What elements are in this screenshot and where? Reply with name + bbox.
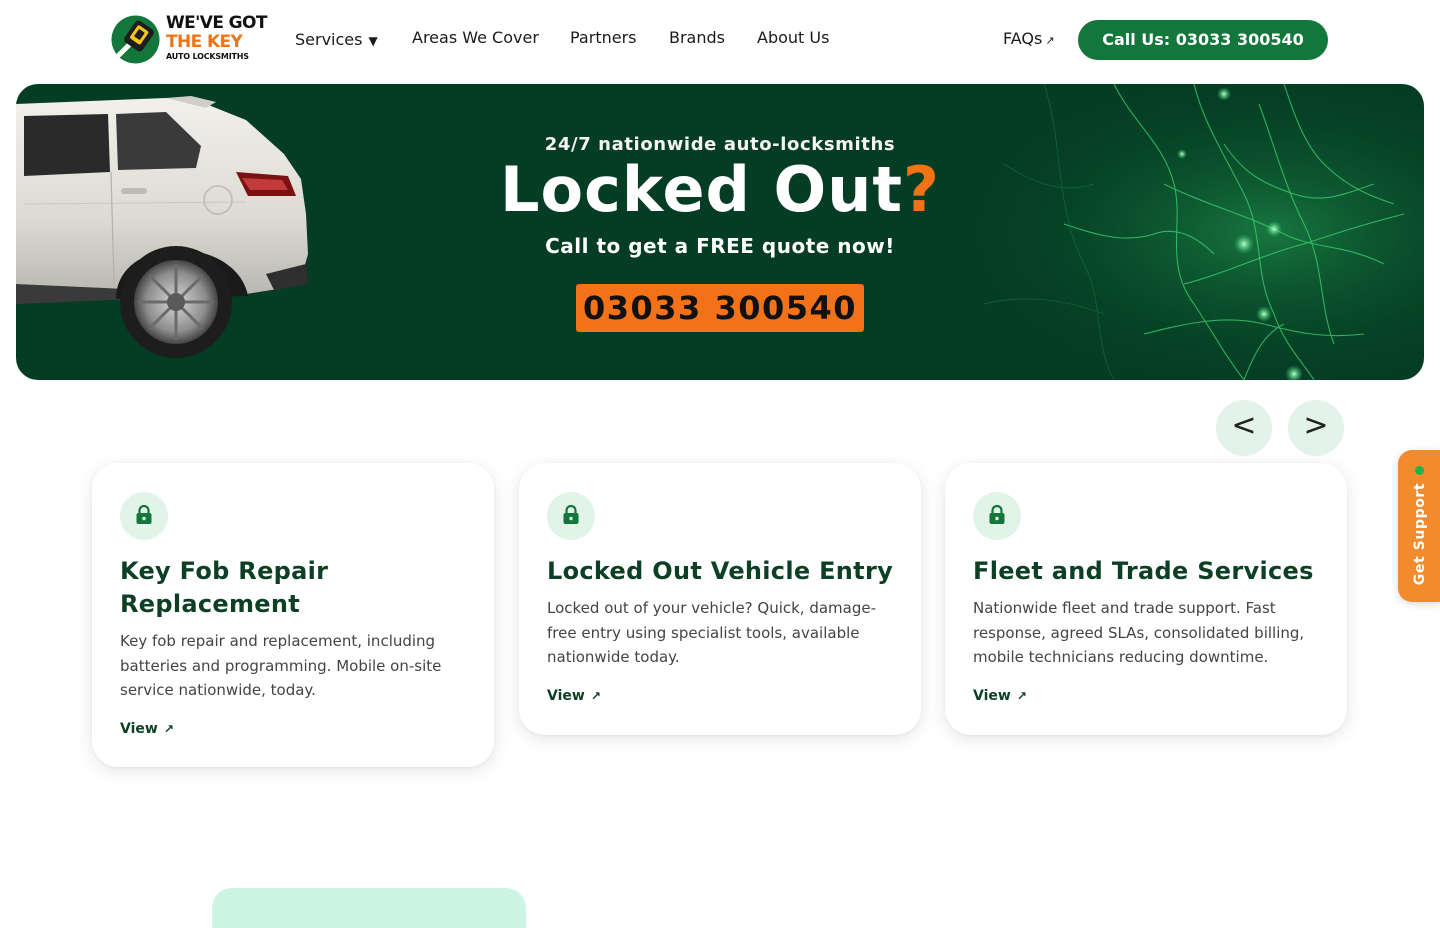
hero-title-text: Locked Out [500,153,903,226]
logo-line-1: WE'VE GOT [166,13,267,33]
hero-banner: 24/7 nationwide auto-locksmiths Locked O… [16,84,1424,380]
external-arrow-icon: ↗ [1045,34,1055,47]
lock-icon [547,492,595,540]
service-card-locked-out[interactable]: Locked Out Vehicle Entry Locked out of y… [519,463,921,735]
lock-icon [973,492,1021,540]
lock-icon [120,492,168,540]
site-header: WE'VE GOT THE KEY AUTO LOCKSMITHS Servic… [0,0,1440,84]
external-arrow-icon: ↗ [1016,689,1027,703]
card-view-label: View [973,688,1011,704]
external-arrow-icon: ↗ [163,722,174,736]
card-title: Locked Out Vehicle Entry [547,557,894,585]
card-view-link[interactable]: View ↗ [547,687,601,705]
service-card-key-fob[interactable]: Key Fob Repair Replacement Key fob repai… [92,463,494,767]
nav-item-partners[interactable]: Partners [570,28,636,48]
hero-title: Locked Out? [16,152,1424,228]
get-support-label: Get Support [1412,482,1428,586]
caret-down-icon: ▼ [368,34,378,48]
external-arrow-icon: ↗ [590,689,601,703]
faqs-link[interactable]: FAQs ↗ [1003,29,1055,51]
nav-item-services[interactable]: Services ▼ [295,30,378,51]
hero-phone-button[interactable]: 03033 300540 [576,284,864,332]
logo[interactable]: WE'VE GOT THE KEY AUTO LOCKSMITHS [111,14,273,66]
faqs-label: FAQs [1003,29,1043,48]
card-description: Locked out of your vehicle? Quick, damag… [547,599,877,666]
hero-subtitle: Call to get a FREE quote now! [545,234,895,258]
card-view-link[interactable]: View ↗ [973,687,1027,705]
key-logo-icon [111,15,160,64]
card-title: Key Fob Repair Replacement [120,557,329,618]
card-view-label: View [120,721,158,737]
card-description: Key fob repair and replacement, includin… [120,632,442,699]
car-illustration [16,96,308,358]
uk-map-network-illustration [864,84,1424,380]
card-view-link[interactable]: View ↗ [120,720,174,738]
nav-item-areas-we-cover[interactable]: Areas We Cover [412,28,539,48]
get-support-tab[interactable]: Get Support [1398,450,1440,602]
carousel-next-button[interactable]: > [1288,400,1344,456]
card-title: Fleet and Trade Services [973,557,1314,585]
hero-title-question-mark: ? [902,153,940,226]
logo-line-3: AUTO LOCKSMITHS [166,52,249,61]
nav-item-label: Services [295,30,363,49]
nav-item-brands[interactable]: Brands [669,28,725,48]
nav-item-about-us[interactable]: About Us [757,28,829,48]
card-description: Nationwide fleet and trade support. Fast… [973,599,1305,666]
call-us-button[interactable]: Call Us: 03033 300540 [1078,20,1328,60]
logo-line-2: THE KEY [166,32,243,52]
online-status-dot [1415,466,1424,475]
service-card-fleet-trade[interactable]: Fleet and Trade Services Nationwide flee… [945,463,1347,735]
section-tab-partial [212,888,526,928]
carousel-prev-button[interactable]: < [1216,400,1272,456]
card-view-label: View [547,688,585,704]
